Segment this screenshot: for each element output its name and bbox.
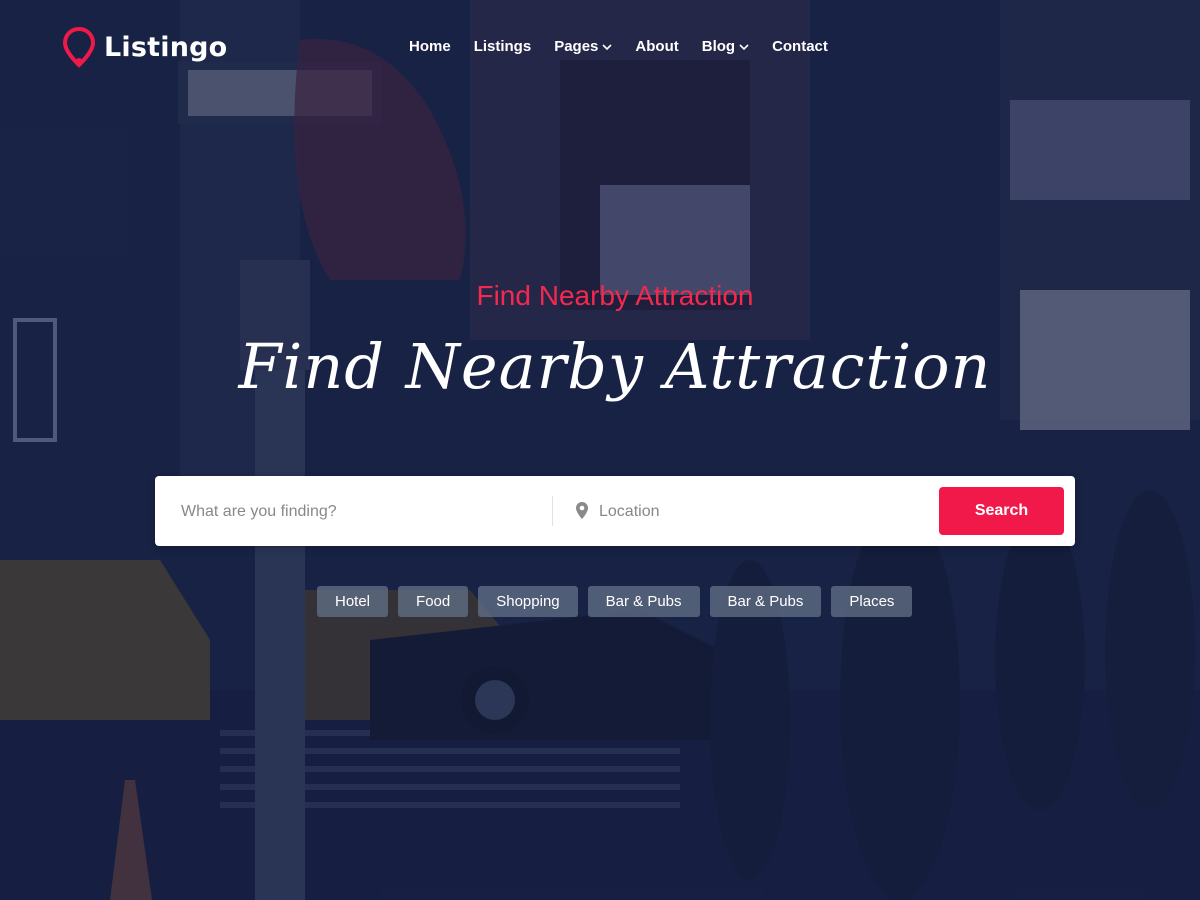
nav-listings-label: Listings — [473, 38, 532, 55]
nav-blog-label: Blog — [701, 38, 736, 55]
nav-home-label: Home — [409, 38, 451, 55]
category-chips: Hotel Food Shopping Bar & Pubs Bar & Pub… — [317, 586, 913, 617]
category-chip-food[interactable]: Food — [398, 586, 469, 617]
main-nav: Home Listings Pages About Blog Contact — [409, 38, 828, 55]
category-chip-places[interactable]: Places — [831, 586, 913, 617]
search-bar: Search — [155, 476, 1075, 546]
category-chip-bar-pubs-2[interactable]: Bar & Pubs — [709, 586, 822, 617]
dark-overlay — [0, 0, 1200, 900]
search-divider — [552, 496, 553, 526]
search-input[interactable] — [179, 496, 543, 528]
map-pin-icon — [62, 26, 96, 68]
category-chip-shopping[interactable]: Shopping — [478, 586, 578, 617]
nav-listings[interactable]: Listings — [474, 38, 532, 55]
hero-subtitle: Find Nearby Attraction — [476, 280, 754, 311]
nav-pages[interactable]: Pages — [554, 38, 612, 55]
chevron-down-icon — [602, 43, 612, 50]
hero-title: Find Nearby Attraction — [238, 330, 992, 403]
nav-about[interactable]: About — [635, 38, 678, 55]
map-pin-icon — [576, 502, 588, 519]
search-button[interactable]: Search — [939, 487, 1064, 535]
chevron-down-icon — [739, 43, 749, 50]
nav-about-label: About — [635, 38, 679, 55]
nav-blog[interactable]: Blog — [702, 38, 749, 55]
nav-contact-label: Contact — [772, 38, 828, 55]
category-chip-hotel[interactable]: Hotel — [317, 586, 389, 617]
nav-pages-label: Pages — [554, 38, 599, 55]
nav-contact[interactable]: Contact — [772, 38, 828, 55]
brand-name: Listingo — [104, 31, 228, 63]
brand-logo[interactable]: Listingo — [62, 26, 227, 68]
category-chip-bar-pubs[interactable]: Bar & Pubs — [587, 586, 700, 617]
hero-section — [0, 0, 1200, 900]
nav-home[interactable]: Home — [409, 38, 451, 55]
location-input[interactable] — [597, 496, 921, 528]
